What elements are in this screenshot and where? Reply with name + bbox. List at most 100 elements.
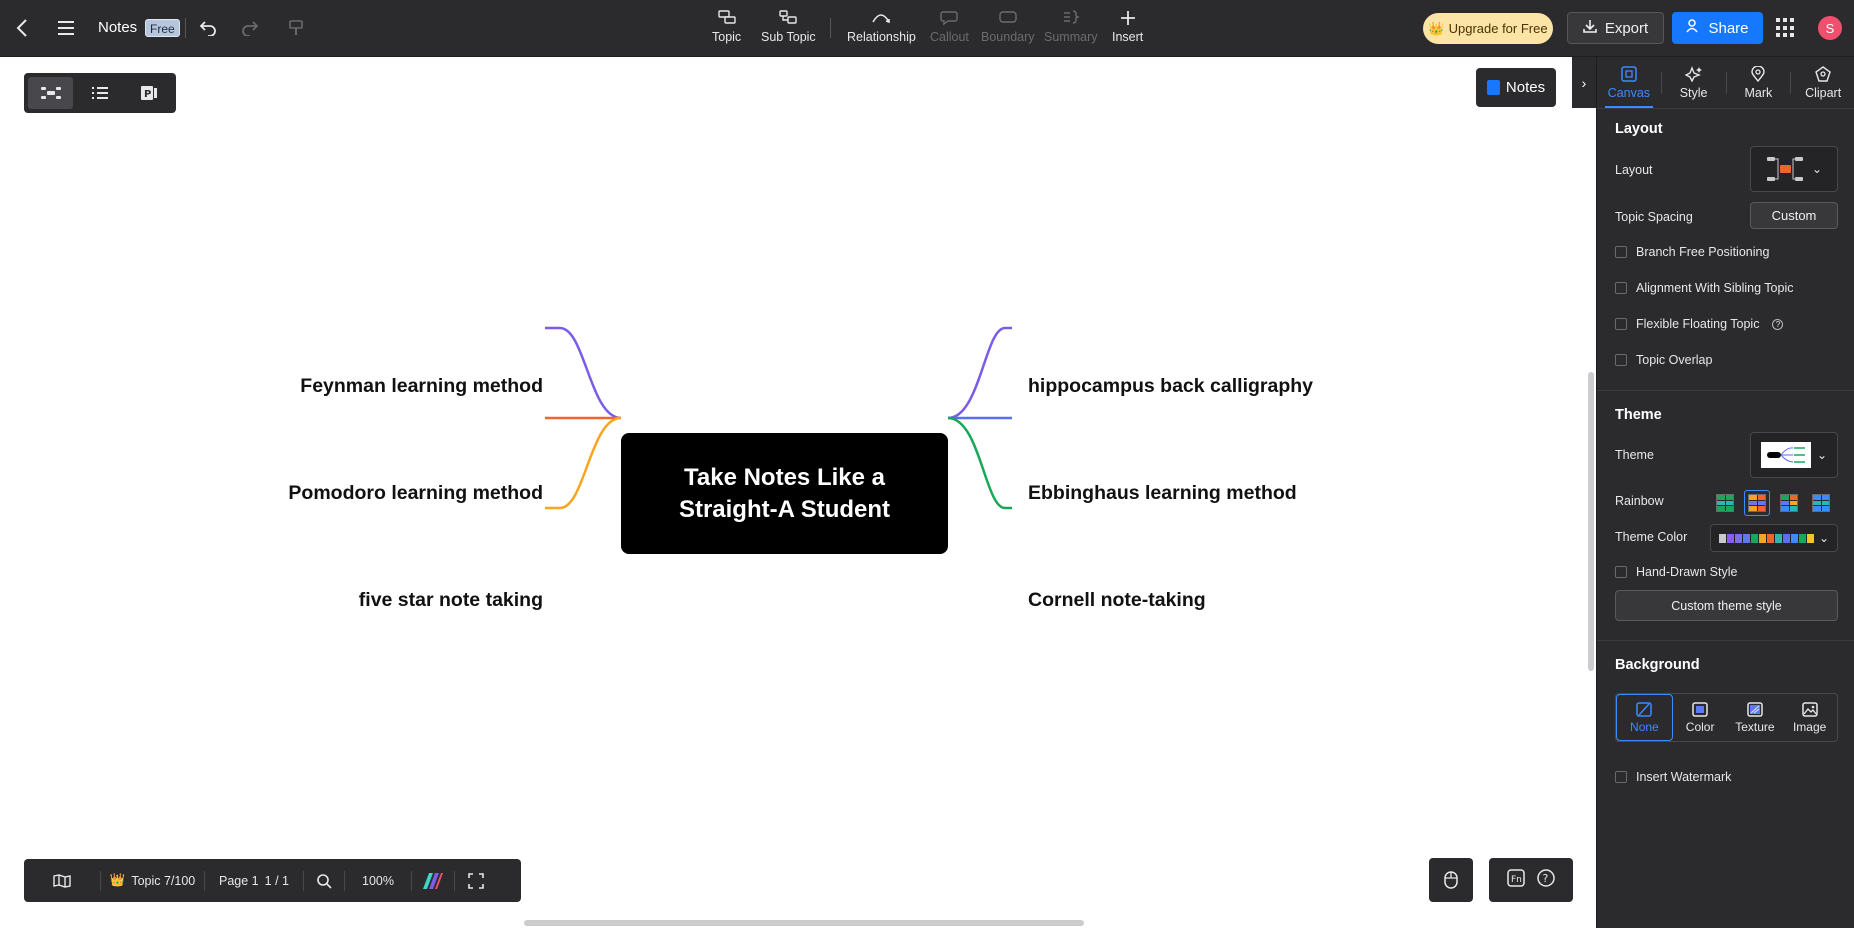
no-background-icon	[1636, 701, 1653, 717]
background-texture[interactable]: Texture	[1728, 694, 1783, 741]
topic-left-2[interactable]: Pomodoro learning method	[288, 482, 543, 505]
topic-spacing-label: Topic Spacing	[1615, 210, 1693, 224]
color-swatch	[1775, 533, 1782, 543]
topic-icon	[717, 10, 736, 30]
upgrade-button[interactable]: 👑 Upgrade for Free	[1423, 13, 1553, 44]
layout-dropdown[interactable]: ⌄	[1750, 146, 1838, 192]
theme-section-title: Theme	[1615, 407, 1662, 423]
rainbow-option-3[interactable]	[1776, 490, 1802, 516]
tool-topic[interactable]: Topic	[712, 10, 741, 52]
download-icon	[1583, 19, 1597, 37]
function-icon[interactable]: Fn	[1507, 868, 1525, 892]
share-button[interactable]: Share	[1672, 12, 1763, 44]
zoom-level[interactable]: 100%	[345, 859, 411, 902]
tool-boundary[interactable]: Boundary	[981, 10, 1035, 52]
background-none[interactable]: None	[1616, 694, 1673, 741]
mindmap-canvas[interactable]: P Notes › Take Notes Like a Straight-A S…	[0, 57, 1596, 928]
background-section-title: Background	[1615, 657, 1700, 673]
tool-insert[interactable]: Insert	[1112, 10, 1143, 52]
mouse-mode-icon[interactable]	[1429, 858, 1473, 902]
checkbox[interactable]	[1615, 282, 1627, 294]
apps-grid-icon[interactable]	[1776, 18, 1796, 38]
option-alignment-sibling[interactable]: Alignment With Sibling Topic	[1615, 281, 1793, 295]
color-swatch	[1743, 533, 1750, 543]
checkbox[interactable]	[1615, 354, 1627, 366]
tool-summary[interactable]: Summary	[1044, 10, 1097, 52]
properties-panel: Canvas Style Mark Clipart Layout Layout …	[1596, 57, 1854, 928]
option-branch-free-positioning[interactable]: Branch Free Positioning	[1615, 245, 1769, 259]
help-circle-icon[interactable]: ?	[1772, 318, 1784, 330]
theme-color-dropdown[interactable]: ⌄	[1710, 524, 1838, 552]
option-topic-overlap[interactable]: Topic Overlap	[1615, 353, 1712, 367]
color-swatch	[1735, 533, 1742, 543]
summary-icon	[1062, 10, 1080, 30]
topic-right-3[interactable]: Cornell note-taking	[1028, 589, 1206, 612]
topic-left-3[interactable]: five star note taking	[359, 589, 543, 612]
rainbow-option-1[interactable]	[1712, 490, 1738, 516]
export-button[interactable]: Export	[1567, 12, 1664, 44]
help-icon[interactable]: ?	[1537, 868, 1555, 892]
theme-label: Theme	[1615, 448, 1654, 462]
branch-line	[947, 416, 1012, 510]
theme-dropdown[interactable]: ⌄	[1750, 432, 1838, 478]
panel-tabs: Canvas Style Mark Clipart	[1597, 57, 1854, 109]
format-painter-icon[interactable]	[282, 14, 310, 42]
menu-icon[interactable]	[52, 14, 80, 42]
mark-pin-icon	[1751, 64, 1766, 86]
color-swatch	[1783, 533, 1790, 543]
plan-badge: Free	[145, 19, 180, 37]
minimap-icon[interactable]	[24, 859, 100, 902]
callout-icon	[940, 10, 959, 30]
vertical-scrollbar[interactable]	[1588, 372, 1594, 671]
svg-text:?: ?	[1543, 872, 1549, 885]
background-image[interactable]: Image	[1782, 694, 1837, 741]
tool-sub-topic[interactable]: Sub Topic	[761, 10, 816, 52]
plus-icon	[1120, 10, 1136, 30]
redo-icon[interactable]	[236, 14, 264, 42]
image-icon	[1801, 701, 1818, 717]
horizontal-scrollbar[interactable]	[524, 920, 1084, 926]
branch-line	[947, 326, 1012, 420]
central-topic[interactable]: Take Notes Like a Straight-A Student	[621, 433, 948, 554]
undo-icon[interactable]	[194, 14, 222, 42]
background-color[interactable]: Color	[1673, 694, 1728, 741]
option-flexible-floating[interactable]: Flexible Floating Topic ?	[1615, 317, 1784, 331]
rainbow-option-2[interactable]	[1744, 490, 1770, 516]
tab-style[interactable]: Style	[1662, 57, 1726, 108]
avatar[interactable]: S	[1818, 16, 1842, 40]
rainbow-label: Rainbow	[1615, 494, 1664, 508]
tool-relationship[interactable]: Relationship	[847, 10, 916, 52]
back-icon[interactable]	[8, 14, 36, 42]
fullscreen-icon[interactable]	[455, 859, 497, 902]
status-bar: 👑 Topic 7/100 Page 1 1 / 1 100%	[24, 859, 521, 902]
checkbox[interactable]	[1615, 566, 1627, 578]
checkbox[interactable]	[1615, 246, 1627, 258]
checkbox[interactable]	[1615, 771, 1627, 783]
option-insert-watermark[interactable]: Insert Watermark	[1615, 770, 1731, 784]
top-toolbar: Notes Free Topic Sub Topic Relationship …	[0, 0, 1854, 57]
tab-mark[interactable]: Mark	[1727, 57, 1791, 108]
chevron-down-icon: ⌄	[1816, 448, 1828, 462]
crown-icon: 👑	[109, 873, 126, 887]
tab-canvas[interactable]: Canvas	[1597, 57, 1661, 108]
search-icon[interactable]	[304, 859, 344, 902]
topic-count[interactable]: 👑 Topic 7/100	[101, 859, 204, 902]
page-indicator[interactable]: Page 1 1 / 1	[205, 859, 303, 902]
topic-spacing-custom-button[interactable]: Custom	[1750, 202, 1838, 229]
tab-clipart[interactable]: Clipart	[1791, 57, 1854, 108]
topic-right-2[interactable]: Ebbinghaus learning method	[1028, 482, 1297, 505]
topic-left-1[interactable]: Feynman learning method	[300, 375, 543, 398]
layout-label: Layout	[1615, 163, 1653, 177]
chevron-down-icon: ⌄	[1819, 531, 1830, 545]
option-hand-drawn-style[interactable]: Hand-Drawn Style	[1615, 565, 1737, 579]
document-title[interactable]: Notes	[98, 19, 137, 36]
topic-right-1[interactable]: hippocampus back calligraphy	[1028, 375, 1313, 398]
custom-theme-style-button[interactable]: Custom theme style	[1615, 590, 1838, 621]
tool-callout[interactable]: Callout	[930, 10, 969, 52]
color-fill-icon	[1692, 701, 1708, 717]
checkbox[interactable]	[1615, 318, 1627, 330]
function-help-group: Fn ?	[1489, 858, 1573, 902]
app-logo-icon[interactable]	[412, 859, 454, 902]
rainbow-option-4[interactable]	[1808, 490, 1834, 516]
toolbar-divider	[185, 18, 186, 38]
